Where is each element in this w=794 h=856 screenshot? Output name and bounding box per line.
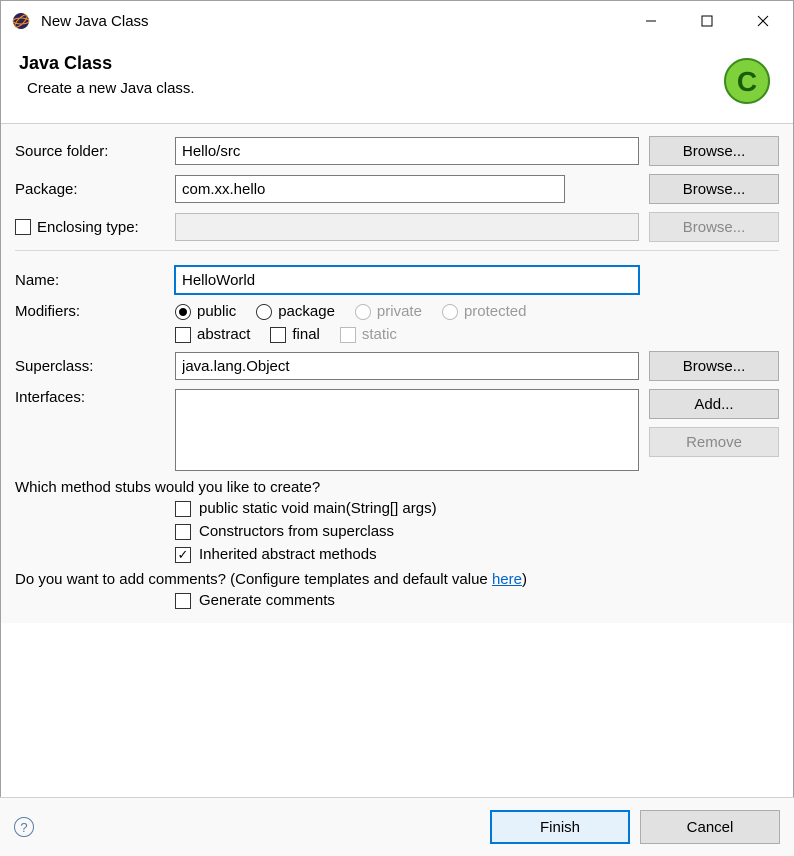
modifier-private: private bbox=[355, 303, 422, 320]
interfaces-list[interactable] bbox=[175, 389, 639, 471]
browse-superclass-button[interactable]: Browse... bbox=[649, 351, 779, 381]
class-wizard-icon: C bbox=[719, 53, 775, 109]
modifier-static: static bbox=[340, 326, 397, 343]
eclipse-icon bbox=[11, 11, 31, 31]
modifier-public[interactable]: public bbox=[175, 303, 236, 320]
name-input[interactable] bbox=[175, 266, 639, 294]
superclass-input[interactable] bbox=[175, 352, 639, 380]
maximize-button[interactable] bbox=[679, 1, 735, 41]
stubs-question: Which method stubs would you like to cre… bbox=[15, 479, 779, 496]
checkbox-icon bbox=[175, 501, 191, 517]
add-interface-button[interactable]: Add... bbox=[649, 389, 779, 419]
radio-icon bbox=[175, 304, 191, 320]
cancel-button[interactable]: Cancel bbox=[640, 810, 780, 844]
radio-icon bbox=[355, 304, 371, 320]
radio-icon bbox=[442, 304, 458, 320]
enclosing-type-checkbox[interactable] bbox=[15, 219, 31, 235]
checkbox-icon bbox=[270, 327, 286, 343]
finish-button[interactable]: Finish bbox=[490, 810, 630, 844]
superclass-label: Superclass: bbox=[15, 358, 175, 375]
section-separator-1 bbox=[15, 250, 779, 251]
source-folder-label: Source folder: bbox=[15, 143, 175, 160]
package-label: Package: bbox=[15, 181, 175, 198]
page-title: Java Class bbox=[19, 53, 719, 74]
browse-enclosing-button: Browse... bbox=[649, 212, 779, 242]
modifier-final[interactable]: final bbox=[270, 326, 320, 343]
configure-templates-link[interactable]: here bbox=[492, 571, 522, 588]
checkbox-icon bbox=[175, 547, 191, 563]
svg-text:C: C bbox=[737, 66, 757, 97]
minimize-button[interactable] bbox=[623, 1, 679, 41]
help-button[interactable]: ? bbox=[14, 817, 34, 837]
modifier-protected: protected bbox=[442, 303, 527, 320]
browse-source-button[interactable]: Browse... bbox=[649, 136, 779, 166]
radio-icon bbox=[256, 304, 272, 320]
source-folder-input[interactable] bbox=[175, 137, 639, 165]
checkbox-icon bbox=[340, 327, 356, 343]
dialog-footer: ? Finish Cancel bbox=[0, 797, 794, 856]
remove-interface-button: Remove bbox=[649, 427, 779, 457]
stub-inherited-option[interactable]: Inherited abstract methods bbox=[175, 546, 779, 563]
stub-constructors-option[interactable]: Constructors from superclass bbox=[175, 523, 779, 540]
comments-question: Do you want to add comments? (Configure … bbox=[15, 571, 779, 588]
modifiers-label: Modifiers: bbox=[15, 303, 175, 320]
enclosing-type-input bbox=[175, 213, 639, 241]
enclosing-type-label: Enclosing type: bbox=[37, 219, 139, 236]
window-title: New Java Class bbox=[41, 13, 623, 30]
checkbox-icon bbox=[175, 593, 191, 609]
page-subtitle: Create a new Java class. bbox=[19, 80, 719, 97]
checkbox-icon bbox=[175, 524, 191, 540]
name-label: Name: bbox=[15, 272, 175, 289]
checkbox-icon bbox=[175, 327, 191, 343]
browse-package-button[interactable]: Browse... bbox=[649, 174, 779, 204]
package-input[interactable] bbox=[175, 175, 565, 203]
titlebar: New Java Class bbox=[1, 1, 793, 41]
modifier-abstract[interactable]: abstract bbox=[175, 326, 250, 343]
interfaces-label: Interfaces: bbox=[15, 389, 175, 406]
dialog-header: Java Class Create a new Java class. C bbox=[1, 41, 793, 123]
modifier-package[interactable]: package bbox=[256, 303, 335, 320]
stub-main-option[interactable]: public static void main(String[] args) bbox=[175, 500, 779, 517]
generate-comments-option[interactable]: Generate comments bbox=[175, 592, 779, 609]
close-button[interactable] bbox=[735, 1, 791, 41]
